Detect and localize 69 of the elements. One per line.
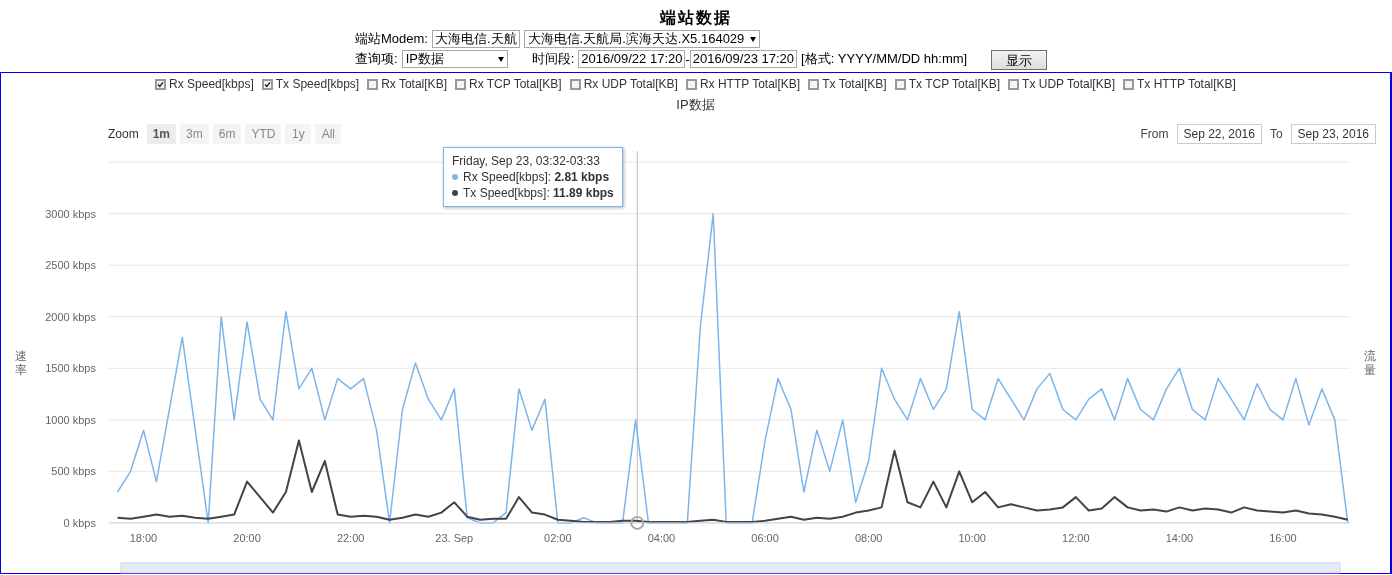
x-axis-label: 04:00 — [647, 531, 676, 544]
x-axis-label: 10:00 — [958, 531, 986, 544]
legend-label[interactable]: Tx Total[KB] — [822, 77, 887, 91]
x-axis-label: 12:00 — [1062, 531, 1090, 544]
from-date-input[interactable]: Sep 22, 2016 — [1176, 124, 1262, 144]
tooltip-title: Friday, Sep 23, 03:32-03:33 — [452, 153, 601, 169]
legend-label[interactable]: Rx Total[KB] — [381, 77, 447, 91]
legend-label[interactable]: Rx TCP Total[KB] — [468, 77, 562, 91]
x-axis-label: 22:00 — [336, 531, 365, 544]
x-axis-label: 14:00 — [1165, 531, 1194, 544]
field-label: 时间段: — [531, 50, 575, 68]
zoom-button[interactable]: 1m — [146, 124, 177, 144]
caret-icon — [497, 56, 504, 62]
checkbox[interactable] — [894, 78, 906, 90]
checkbox[interactable] — [808, 78, 820, 90]
series-dot-icon — [452, 190, 458, 196]
checkbox[interactable] — [569, 78, 581, 90]
x-axis-label: 02:00 — [544, 531, 572, 544]
checkbox[interactable] — [155, 78, 167, 90]
zoom-label: Zoom — [108, 127, 139, 141]
tooltip-value: Rx Speed[kbps]: 2.81 kbps — [463, 169, 610, 185]
end-time-input[interactable]: 2016/09/23 17:20 — [689, 50, 798, 68]
y-axis-title: 流量 — [1364, 350, 1376, 377]
y-axis-label: 1000 kbps — [45, 413, 96, 426]
checkbox[interactable] — [261, 78, 273, 90]
to-date-input[interactable]: Sep 23, 2016 — [1290, 124, 1376, 144]
checkbox[interactable] — [1123, 78, 1134, 90]
format-hint: [格式: YYYY/MM/DD hh:mm] — [801, 50, 968, 68]
legend-label[interactable]: Rx HTTP Total[KB] — [699, 77, 801, 91]
start-time-input[interactable]: 2016/09/22 17:20 — [578, 50, 686, 68]
legend-label[interactable]: Rx Speed[kbps] — [169, 77, 254, 91]
field-label: 端站Modem: — [355, 30, 428, 48]
y-axis-label: 3000 kbps — [45, 207, 96, 220]
legend-label[interactable]: Tx HTTP Total[KB] — [1137, 77, 1236, 91]
checkbox[interactable] — [367, 78, 379, 90]
checkbox[interactable] — [685, 78, 697, 90]
series-dot-icon — [452, 174, 458, 180]
field-label: 查询项: — [355, 50, 398, 68]
to-label: To — [1269, 127, 1283, 141]
modem-select[interactable]: 大海电信.天航局.滨海天达.X5.164029 — [523, 30, 761, 48]
navigator-drawing[interactable] — [120, 562, 1341, 574]
show-button[interactable]: 显示 — [991, 50, 1048, 70]
y-axis-label: 500 kbps — [51, 465, 96, 478]
query-select[interactable]: IP数据 — [401, 50, 508, 68]
y-axis-title: 速率 — [15, 350, 27, 377]
checkbox[interactable] — [454, 78, 466, 90]
y-axis-label: 2500 kbps — [45, 259, 96, 272]
x-axis-label: 18:00 — [129, 531, 158, 544]
modem-input[interactable]: 大海电信.天航 — [431, 30, 520, 48]
x-axis-label: 16:00 — [1269, 531, 1297, 544]
y-axis-label: 1500 kbps — [45, 362, 96, 375]
y-axis-label: 0 kbps — [63, 516, 96, 529]
legend-label[interactable]: Tx TCP Total[KB] — [908, 77, 1001, 91]
y-axis-label: 2000 kbps — [45, 310, 96, 323]
legend-label[interactable]: Rx UDP Total[KB] — [583, 77, 678, 91]
legend-label[interactable]: Tx UDP Total[KB] — [1022, 77, 1115, 91]
from-label: From — [1140, 127, 1169, 141]
page-title: 端站数据 — [658, 7, 733, 29]
x-axis-label: 06:00 — [751, 531, 779, 544]
x-axis-label: 23. Sep — [435, 531, 474, 544]
x-axis-label: 08:00 — [854, 531, 883, 544]
checkbox[interactable] — [1008, 78, 1020, 90]
chart-title: IP数据 — [676, 97, 715, 112]
range-separator: - — [685, 51, 690, 67]
caret-icon — [750, 36, 757, 42]
x-axis-label: 20:00 — [233, 531, 261, 544]
tooltip-value: Tx Speed[kbps]: 11.89 kbps — [463, 185, 614, 201]
legend-label[interactable]: Tx Speed[kbps] — [275, 77, 360, 91]
hover-marker-icon — [630, 515, 645, 530]
